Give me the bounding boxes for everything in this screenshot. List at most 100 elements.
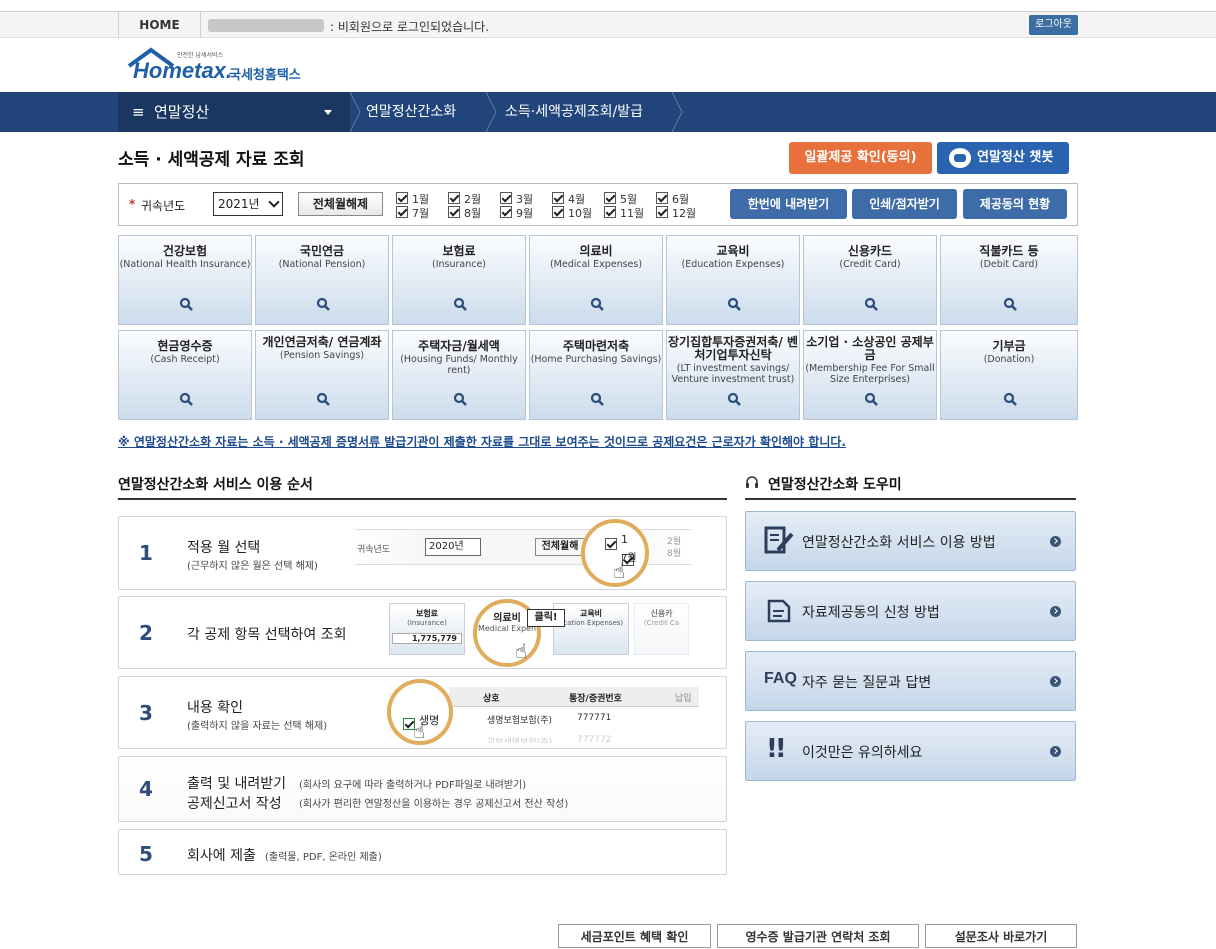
faq-icon: FAQ <box>764 670 797 687</box>
illus-card-sub: (Insurance) <box>407 619 447 627</box>
illus-year-select: 2020년 <box>425 538 481 556</box>
category-title: 보험료 <box>442 244 476 258</box>
issuer-contact-button[interactable]: 영수증 발급기관 연락처 조회 <box>717 924 919 948</box>
logo-brand-kr: 국세청홈택스 <box>229 68 301 83</box>
month-checkbox[interactable] <box>656 192 668 204</box>
category-card[interactable]: 신용카드 (Credit Card) <box>803 235 937 325</box>
helper-caution[interactable]: !! 이것만은 유의하세요 <box>745 721 1076 781</box>
menu-dropdown[interactable]: ≡ 연말정산 <box>118 92 350 132</box>
search-icon[interactable] <box>1003 392 1017 406</box>
search-icon[interactable] <box>453 297 467 311</box>
search-icon[interactable] <box>453 392 467 406</box>
step-subtitle: (출력물, PDF, 온라인 제출) <box>265 852 382 863</box>
bulk-consent-button[interactable]: 일괄제공 확인(동의) <box>789 142 932 174</box>
category-subtitle: (Education Expenses) <box>681 259 785 270</box>
tax-points-button[interactable]: 세금포인트 혜택 확인 <box>558 924 711 948</box>
category-subtitle: (Insurance) <box>431 259 487 270</box>
step-1: 1 적용 월 선택 (근무하지 않은 월은 선택 해제) 귀속년도 2020년 … <box>118 516 727 590</box>
category-subtitle: (National Pension) <box>278 259 366 270</box>
month-checkbox[interactable] <box>396 206 408 218</box>
month-checkbox[interactable] <box>552 192 564 204</box>
illus-month-8: 8월 <box>667 549 682 559</box>
category-card[interactable]: 주택자금/월세액 (Housing Funds/ Monthly rent) <box>392 330 526 420</box>
category-card[interactable]: 교육비 (Education Expenses) <box>666 235 800 325</box>
month-checkbox[interactable] <box>604 192 616 204</box>
month-checkbox[interactable] <box>448 192 460 204</box>
search-icon[interactable] <box>864 297 878 311</box>
notice-text[interactable]: ※ 연말정산간소화 자료는 소득 · 세액공제 증명서류 발급기관이 제출한 자… <box>118 433 846 450</box>
month-checkbox[interactable] <box>396 192 408 204</box>
search-icon[interactable] <box>727 392 741 406</box>
breadcrumb-deduction-inquiry[interactable]: 소득·세액공제조회/발급 <box>505 92 643 132</box>
required-marker: * <box>129 197 136 211</box>
helper-usage-guide[interactable]: 연말정산간소화 서비스 이용 방법 <box>745 511 1076 571</box>
month-checkbox[interactable] <box>552 206 564 218</box>
category-card[interactable]: 의료비 (Medical Expenses) <box>529 235 663 325</box>
search-icon[interactable] <box>179 392 193 406</box>
month-label: 12월 <box>672 207 697 220</box>
page-title: 소득 · 세액공제 자료 조회 <box>118 150 305 170</box>
category-title: 주택자금/월세액 <box>418 339 500 353</box>
category-card[interactable]: 주택마련저축 (Home Purchasing Savings) <box>529 330 663 420</box>
category-card[interactable]: 개인연금저축/ 연금계좌 (Pension Savings) <box>255 330 389 420</box>
step-number: 2 <box>139 621 153 645</box>
arrow-right-icon <box>1050 606 1061 617</box>
month-checkbox[interactable] <box>656 206 668 218</box>
search-icon[interactable] <box>179 297 193 311</box>
month-checkbox[interactable] <box>604 206 616 218</box>
category-subtitle: (Pension Savings) <box>279 350 365 361</box>
category-subtitle: (Credit Card) <box>839 259 901 270</box>
download-all-button[interactable]: 한번에 내려받기 <box>730 189 847 219</box>
clear-all-months-button[interactable]: 전체월해제 <box>298 192 383 216</box>
illus-card-title: 신용카 <box>650 609 673 618</box>
home-link[interactable]: HOME <box>118 12 201 38</box>
category-subtitle: (Cash Receipt) <box>150 354 220 365</box>
category-subtitle: (Donation) <box>983 354 1035 365</box>
helper-label: 자주 묻는 질문과 답변 <box>802 675 932 691</box>
print-braille-button[interactable]: 인쇄/점자받기 <box>852 189 957 219</box>
step-subtitle: (회사의 요구에 따라 출력하거나 PDF파일로 내려받기) <box>299 780 527 791</box>
hometax-logo[interactable]: 안전한 납세서비스 Hometax. 국세청홈택스 <box>127 44 327 90</box>
category-title: 장기집합투자증권저축/ 벤처기업투자신탁 <box>667 335 798 362</box>
search-icon[interactable] <box>590 392 604 406</box>
consent-status-button[interactable]: 제공동의 현황 <box>963 189 1067 219</box>
illus-col: 통장/증권번호 <box>569 694 622 704</box>
step-number: 3 <box>139 701 153 725</box>
year-select[interactable]: 2021년 <box>213 192 283 216</box>
breadcrumb-yearend-simplified[interactable]: 연말정산간소화 <box>366 92 456 132</box>
click-tooltip: 클릭! <box>527 609 565 627</box>
step-3: 3 내용 확인 (출력하지 않을 자료는 선택 해제) 상호 통장/증권번호 납… <box>118 676 727 749</box>
category-card[interactable]: 직불카드 등 (Debit Card) <box>940 235 1078 325</box>
search-icon[interactable] <box>316 392 330 406</box>
helper-faq[interactable]: FAQ 자주 묻는 질문과 답변 <box>745 651 1076 711</box>
helper-label: 자료제공동의 신청 방법 <box>802 605 940 621</box>
category-card[interactable]: 보험료 (Insurance) <box>392 235 526 325</box>
month-checkbox[interactable] <box>500 192 512 204</box>
search-icon[interactable] <box>727 297 741 311</box>
category-title: 교육비 <box>716 244 750 258</box>
search-icon[interactable] <box>316 297 330 311</box>
step-title: 적용 월 선택 <box>187 540 261 556</box>
month-checkbox[interactable] <box>448 206 460 218</box>
month-checkbox[interactable] <box>500 206 512 218</box>
category-card[interactable]: 소기업 · 소상공인 공제부금 (Membership Fee For Small… <box>803 330 937 420</box>
helper-consent-guide[interactable]: 자료제공동의 신청 방법 <box>745 581 1076 641</box>
search-icon[interactable] <box>590 297 604 311</box>
logout-button[interactable]: 로그아웃 <box>1029 15 1078 35</box>
year-label: 귀속년도 <box>141 199 186 213</box>
category-title: 개인연금저축/ 연금계좌 <box>262 335 382 349</box>
category-card[interactable]: 국민연금 (National Pension) <box>255 235 389 325</box>
category-card[interactable]: 건강보험 (National Health Insurance) <box>118 235 252 325</box>
checkbox-icon <box>605 537 617 550</box>
chatbot-button[interactable]: 연말정산 챗봇 <box>937 142 1069 174</box>
headset-icon <box>745 474 759 488</box>
category-card[interactable]: 현금영수증 (Cash Receipt) <box>118 330 252 420</box>
search-icon[interactable] <box>864 392 878 406</box>
survey-button[interactable]: 설문조사 바로가기 <box>925 924 1077 948</box>
search-icon[interactable] <box>1003 297 1017 311</box>
category-card[interactable]: 기부금 (Donation) <box>940 330 1078 420</box>
illus-row-number: 777772 <box>577 735 612 743</box>
category-title: 건강보험 <box>162 244 208 258</box>
category-card[interactable]: 장기집합투자증권저축/ 벤처기업투자신탁 (LT investment savin… <box>666 330 800 420</box>
logo-brand: Hometax. <box>133 58 233 83</box>
